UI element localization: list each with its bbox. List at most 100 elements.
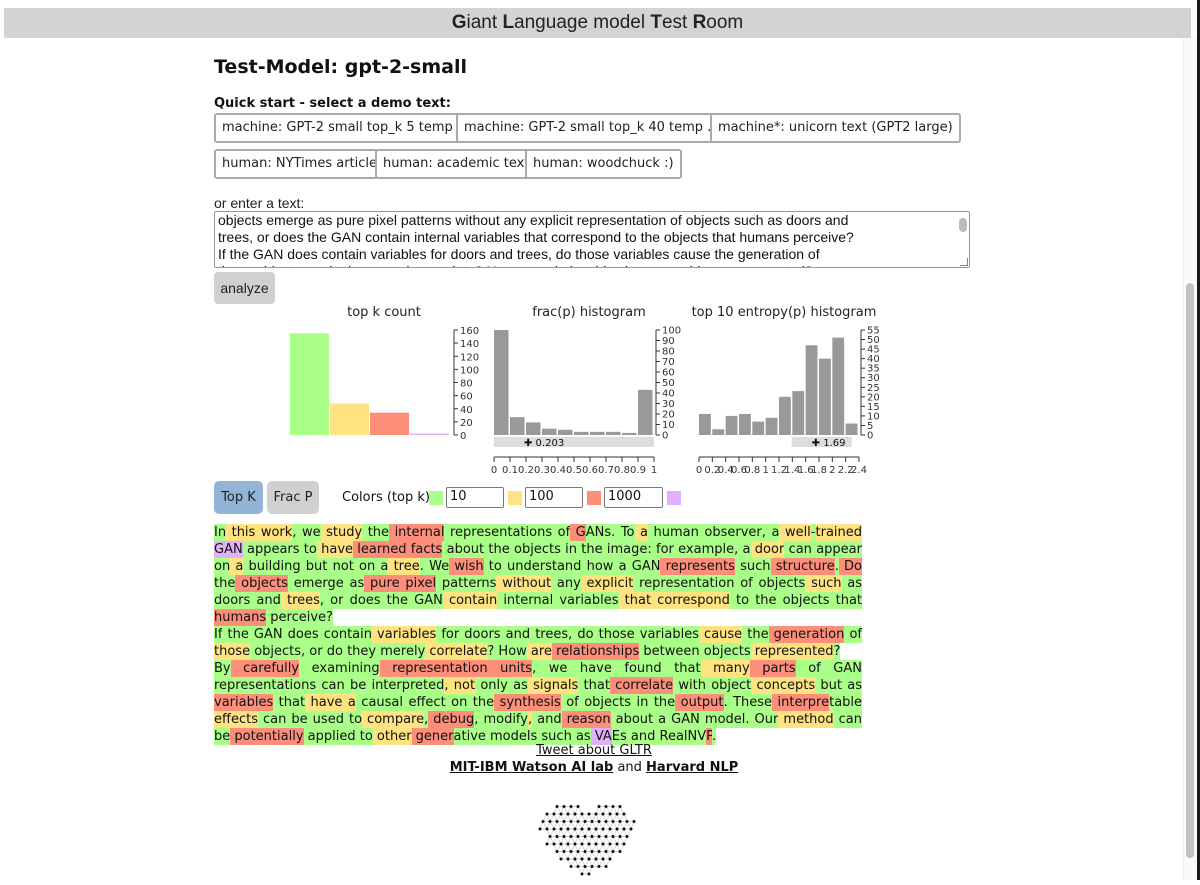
token[interactable]: well [779, 524, 811, 541]
token[interactable]: correlate [425, 643, 488, 660]
token[interactable]: contain [442, 592, 498, 609]
token[interactable]: GAN [408, 592, 443, 609]
token[interactable]: GAN [214, 541, 243, 558]
token[interactable]: such [805, 575, 842, 592]
token[interactable]: doors [214, 592, 251, 609]
token[interactable]: table [829, 694, 863, 711]
token[interactable]: GAN [820, 660, 862, 677]
token[interactable]: How [494, 643, 527, 660]
token[interactable]: the [484, 541, 510, 558]
token[interactable]: door [750, 541, 785, 558]
token[interactable]: causal [355, 694, 404, 711]
token[interactable]: interpreted [366, 677, 445, 694]
token[interactable]: objects [776, 592, 830, 609]
text-input[interactable]: objects emerge as pure pixel patterns wi… [214, 211, 970, 268]
token[interactable]: To [615, 524, 635, 541]
token[interactable]: the [648, 694, 676, 711]
token[interactable]: , [444, 677, 449, 694]
token[interactable]: variables [214, 694, 274, 711]
token[interactable]: represented [750, 643, 834, 660]
token[interactable]: the [742, 626, 769, 643]
token[interactable]: we [536, 660, 568, 677]
token[interactable]: can [833, 711, 862, 728]
token[interactable]: patterns [436, 575, 497, 592]
threshold-input-red[interactable]: 1000 [604, 487, 663, 508]
token[interactable]: to [483, 558, 502, 575]
token[interactable]: generation [768, 626, 845, 643]
token[interactable]: object [705, 677, 752, 694]
token[interactable]: does [343, 592, 381, 609]
token[interactable]: as [507, 677, 528, 694]
token[interactable]: only [475, 677, 508, 694]
threshold-input-yellow[interactable]: 100 [525, 487, 583, 508]
token[interactable]: not [327, 558, 354, 575]
token[interactable]: trained [815, 524, 863, 541]
token[interactable]: or [324, 592, 344, 609]
token[interactable]: the [467, 694, 495, 711]
token[interactable]: does [282, 626, 319, 643]
token[interactable]: a [634, 524, 649, 541]
token[interactable]: objects [509, 541, 561, 558]
token[interactable]: effects [214, 711, 258, 728]
token[interactable]: that [661, 660, 701, 677]
token[interactable]: can [316, 677, 345, 694]
token[interactable]: trees [280, 592, 320, 609]
token[interactable]: variables [371, 626, 437, 643]
token[interactable]: representation [379, 660, 488, 677]
page-scrollbar-thumb[interactable] [1186, 283, 1194, 858]
token[interactable]: output [675, 694, 724, 711]
token[interactable]: ? [326, 609, 333, 626]
demo-button-woodchuck[interactable]: human: woodchuck :) [525, 149, 682, 179]
token[interactable]: contain [318, 626, 372, 643]
token[interactable]: and [532, 711, 562, 728]
token[interactable]: for [651, 541, 674, 558]
token[interactable]: that [578, 677, 610, 694]
token[interactable]: ? [833, 643, 841, 660]
token[interactable]: a [653, 711, 667, 728]
token[interactable]: relationships [551, 643, 640, 660]
token[interactable]: be [286, 711, 308, 728]
token[interactable]: merely [376, 643, 426, 660]
token[interactable]: of [844, 626, 862, 643]
demo-button-gpt2-topk40[interactable]: machine: GPT-2 small top_k 40 temp .7 [456, 113, 728, 143]
threshold-input-green[interactable]: 10 [446, 487, 504, 508]
token[interactable]: perceive [266, 609, 327, 626]
demo-button-unicorn[interactable]: machine*: unicorn text (GPT2 large) [710, 113, 961, 143]
token[interactable]: on [445, 694, 468, 711]
token[interactable]: of [795, 660, 821, 677]
token[interactable]: Our [749, 711, 779, 728]
token[interactable]: objects [250, 643, 302, 660]
token[interactable]: on [353, 558, 376, 575]
token[interactable]: a [342, 694, 356, 711]
mit-ibm-link[interactable]: MIT-IBM Watson AI lab [450, 760, 614, 775]
token[interactable]: about [610, 711, 654, 728]
token[interactable]: understand [501, 558, 582, 575]
token[interactable]: building [243, 558, 301, 575]
token[interactable]: represents [660, 558, 735, 575]
token[interactable]: debug [428, 711, 475, 728]
token[interactable]: a [613, 558, 627, 575]
token[interactable]: and [250, 592, 281, 609]
token[interactable]: the [214, 575, 236, 592]
token[interactable]: that [829, 592, 863, 609]
token[interactable]: modify [478, 711, 528, 728]
textarea-resize-handle[interactable] [960, 258, 968, 266]
token[interactable]: concepts [751, 677, 816, 694]
token[interactable]: Do [838, 558, 862, 575]
token[interactable]: a [230, 558, 244, 575]
token[interactable]: observer [698, 524, 762, 541]
token[interactable]: In [214, 524, 227, 541]
token[interactable]: are [526, 643, 552, 660]
token[interactable]: those [593, 626, 635, 643]
token[interactable]: method [778, 711, 834, 728]
token[interactable]: representation [633, 575, 735, 592]
token[interactable]: a [765, 524, 780, 541]
topk-mode-button[interactable]: Top K [214, 481, 263, 514]
token[interactable]: to [729, 592, 750, 609]
token[interactable]: that [273, 694, 306, 711]
token[interactable]: objects [235, 575, 288, 592]
token[interactable]: internal [497, 592, 554, 609]
token[interactable]: interpre [772, 694, 830, 711]
token[interactable]: have [316, 541, 354, 558]
token[interactable]: the [380, 592, 409, 609]
